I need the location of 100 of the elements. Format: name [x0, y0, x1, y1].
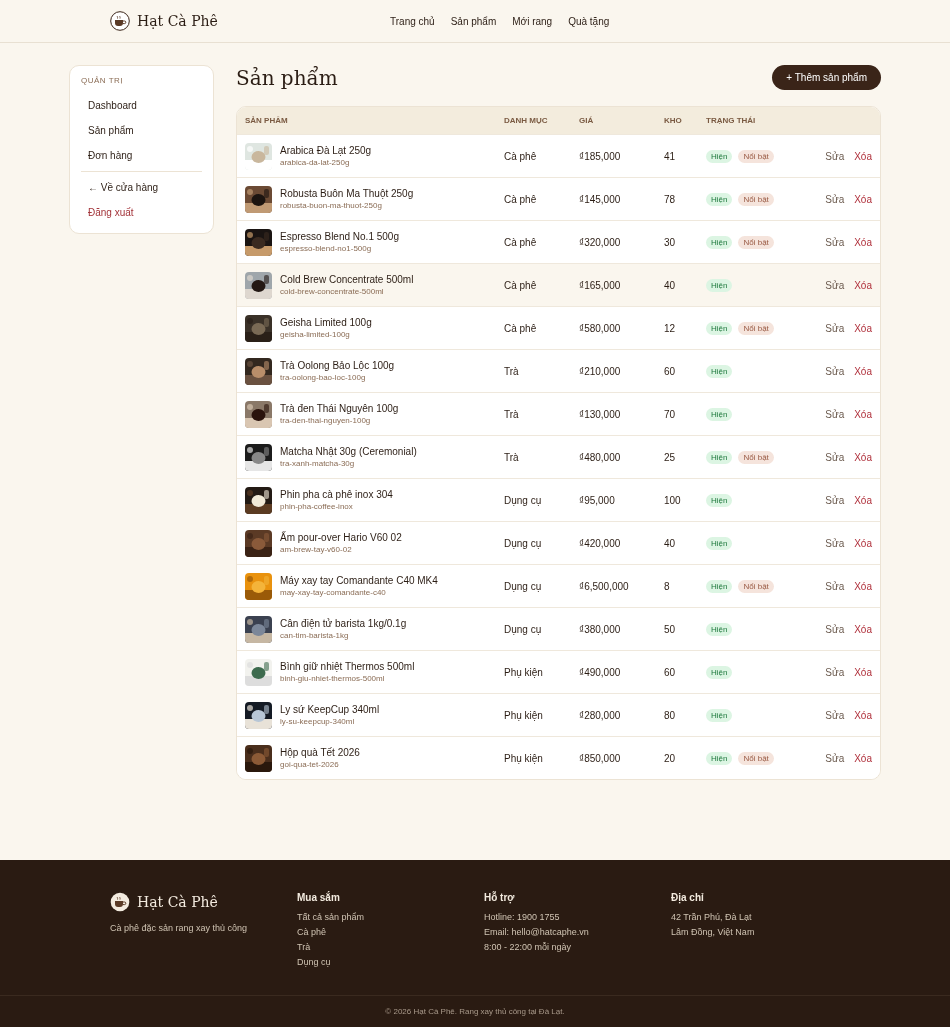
delete-link[interactable]: Xóa — [854, 193, 872, 205]
edit-link[interactable]: Sửa — [825, 451, 845, 463]
product-slug: can-tim-barista-1kg — [280, 631, 350, 640]
category-cell-text: Phụ kiện — [504, 666, 544, 678]
product-slug: may-xay-tay-comandante-c40 — [280, 588, 387, 597]
delete-link[interactable]: Xóa — [854, 752, 872, 764]
product-slug: goi-qua-tet-2026 — [280, 760, 340, 769]
delete-link[interactable]: Xóa — [854, 580, 872, 592]
edit-link[interactable]: Sửa — [825, 150, 845, 162]
product-slug: robusta-buon-ma-thuot-250g — [280, 201, 383, 210]
footer-link[interactable]: Cà phê — [297, 927, 484, 937]
edit-link[interactable]: Sửa — [825, 365, 845, 377]
product-name: Geisha Limited 100g — [280, 317, 372, 328]
stock-cell-text: 25 — [664, 451, 677, 463]
stock-cell-text: 41 — [664, 150, 677, 162]
nav-link[interactable]: Mới rang — [512, 15, 553, 27]
delete-link[interactable]: Xóa — [854, 451, 872, 463]
stock-cell-text: 60 — [664, 365, 677, 377]
price-cell-text: ₫95,000 — [579, 494, 616, 506]
stock-cell-text: 70 — [664, 408, 677, 420]
edit-link[interactable]: Sửa — [825, 279, 845, 291]
category-cell-text: Trà — [504, 451, 520, 463]
price-cell-text: ₫850,000 — [579, 752, 622, 764]
product-slug: ly-su-keepcup-340ml — [280, 717, 356, 726]
price-cell-text: ₫280,000 — [579, 709, 622, 721]
visible-tag: Hiện — [706, 235, 733, 249]
stock-cell-text: 8 — [664, 580, 671, 592]
visible-tag: Hiện — [706, 149, 733, 163]
visible-tag: Hiện — [706, 622, 733, 636]
logout-link[interactable]: Đăng xuất — [81, 200, 202, 225]
stock-cell-text: 20 — [664, 752, 677, 764]
delete-link[interactable]: Xóa — [854, 150, 872, 162]
delete-link[interactable]: Xóa — [854, 623, 872, 635]
delete-link[interactable]: Xóa — [854, 322, 872, 334]
table-row[interactable]: Hộp quà Tết 2026 goi-qua-tet-2026 Phụ kiện ₫850,000 20 Hiện Nổi bật Sửa Xóa — [237, 736, 880, 779]
product-slug: phin-pha-coffee-inox — [280, 502, 354, 511]
category-cell-text: Cà phê — [504, 279, 538, 291]
product-name: Phin pha cà phê inox 304 — [280, 489, 393, 500]
edit-link[interactable]: Sửa — [825, 752, 845, 764]
delete-link[interactable]: Xóa — [854, 236, 872, 248]
delete-link[interactable]: Xóa — [854, 365, 872, 377]
edit-link[interactable]: Sửa — [825, 494, 845, 506]
product-slug: tra-den-thai-nguyen-100g — [280, 416, 372, 425]
featured-tag: Nổi bật — [738, 192, 774, 206]
footer-link[interactable]: Tất cả sản phẩm — [297, 912, 484, 922]
price-cell-text: ₫6,500,000 — [579, 580, 630, 592]
edit-link[interactable]: Sửa — [825, 537, 845, 549]
price-cell-text: ₫380,000 — [579, 623, 622, 635]
product-slug: cold-brew-concentrate-500ml — [280, 287, 385, 296]
stock-cell-text: 40 — [664, 279, 677, 291]
price-cell-text: ₫480,000 — [579, 451, 622, 463]
sidebar-item[interactable]: Dashboard — [81, 93, 202, 118]
product-name: Cold Brew Concentrate 500ml — [280, 274, 414, 285]
product-name: Hộp quà Tết 2026 — [280, 747, 360, 758]
product-slug: tra-oolong-bao-loc-100g — [280, 373, 367, 382]
delete-link[interactable]: Xóa — [854, 494, 872, 506]
edit-link[interactable]: Sửa — [825, 193, 845, 205]
price-cell-text: ₫210,000 — [579, 365, 622, 377]
product-slug: geisha-limited-100g — [280, 330, 351, 339]
edit-link[interactable]: Sửa — [825, 580, 845, 592]
nav-link[interactable]: Trang chủ — [390, 15, 435, 27]
visible-tag: Hiện — [706, 536, 733, 550]
sidebar-item[interactable]: Đơn hàng — [81, 143, 202, 168]
footer-link[interactable]: Dụng cụ — [297, 957, 484, 967]
delete-link[interactable]: Xóa — [854, 279, 872, 291]
page-title: Sản phẩm — [236, 65, 338, 90]
delete-link[interactable]: Xóa — [854, 408, 872, 420]
table-row[interactable]: Cold Brew Concentrate 500ml cold-brew-concentrate-500ml Cà phê ₫165,000 40 Hiện Sửa Xóa — [237, 263, 880, 306]
column-header: SẢN PHẨM — [245, 116, 289, 125]
nav-link[interactable]: Quà tặng — [568, 15, 610, 27]
brand-name[interactable]: Hạt Cà Phê — [137, 13, 218, 29]
product-name: Bình giữ nhiệt Thermos 500ml — [280, 661, 415, 672]
footer-link[interactable]: Trà — [297, 942, 484, 952]
delete-link[interactable]: Xóa — [854, 537, 872, 549]
category-cell-text: Trà — [504, 365, 520, 377]
delete-link[interactable]: Xóa — [854, 666, 872, 678]
footer-heading: Mua sắm — [297, 892, 341, 903]
edit-link[interactable]: Sửa — [825, 709, 845, 721]
sidebar-item[interactable]: Sản phẩm — [81, 118, 202, 143]
product-name: Cân điện tử barista 1kg/0.1g — [280, 618, 407, 629]
nav-link[interactable]: Sản phẩm — [450, 15, 497, 27]
visible-tag: Hiện — [706, 493, 733, 507]
visible-tag: Hiện — [706, 364, 733, 378]
edit-link[interactable]: Sửa — [825, 236, 845, 248]
edit-link[interactable]: Sửa — [825, 623, 845, 635]
visible-tag: Hiện — [706, 751, 733, 765]
stock-cell-text: 12 — [664, 322, 677, 334]
footer-brand: Hạt Cà Phê — [137, 894, 218, 910]
delete-link[interactable]: Xóa — [854, 709, 872, 721]
back-link[interactable]: ← Về cửa hàng — [81, 175, 202, 200]
copyright: © 2026 Hạt Cà Phê. Rang xay thủ công tại Đà Lạt. — [385, 1007, 565, 1016]
edit-link[interactable]: Sửa — [825, 666, 845, 678]
edit-link[interactable]: Sửa — [825, 408, 845, 420]
featured-tag: Nổi bật — [738, 579, 774, 593]
add-product-button[interactable]: + Thêm sản phẩm — [772, 65, 881, 90]
category-cell-text: Dụng cụ — [504, 623, 543, 635]
footer-text: Email: hello@hatcaphe.vn — [484, 927, 590, 937]
edit-link[interactable]: Sửa — [825, 322, 845, 334]
product-name: Trà Oolong Bảo Lộc 100g — [280, 360, 395, 371]
category-cell-text: Cà phê — [504, 322, 538, 334]
